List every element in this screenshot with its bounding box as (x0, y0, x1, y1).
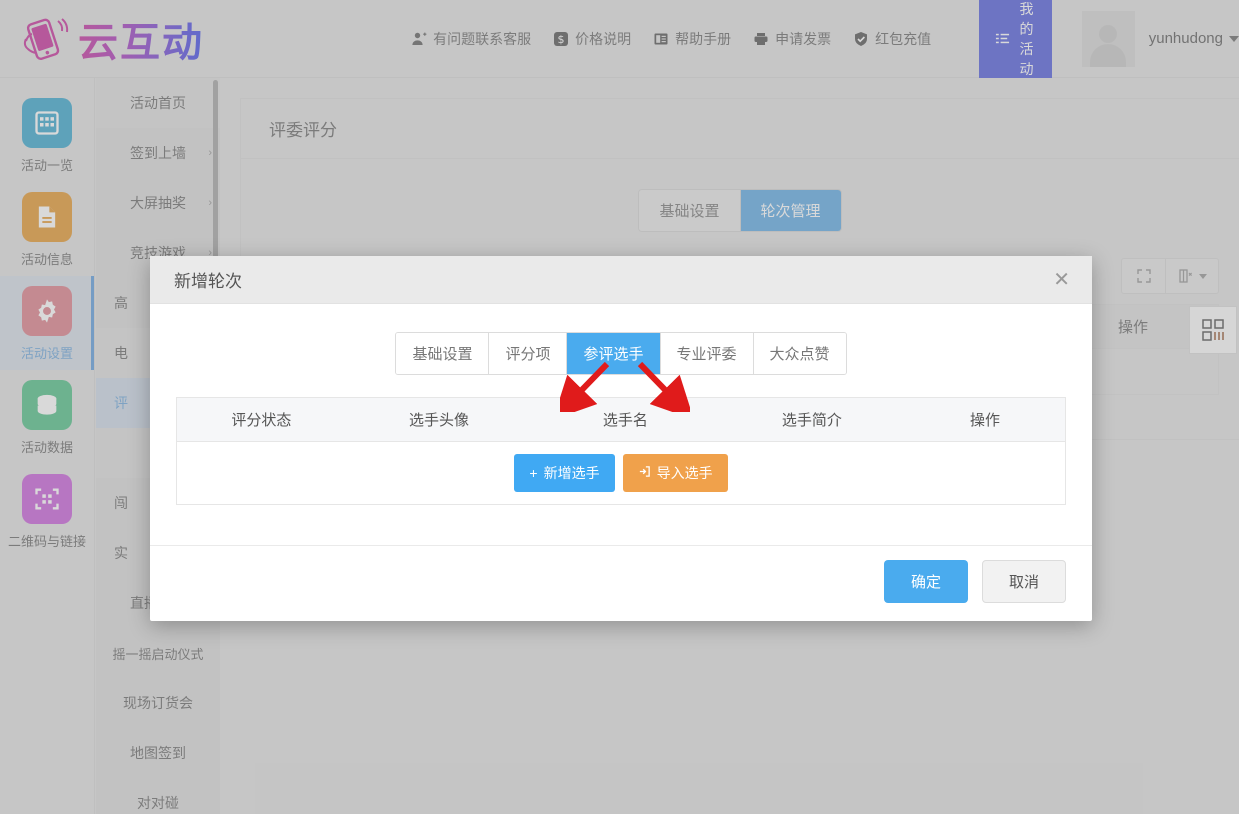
app-root: 云互动 有问题联系客服 $ 价格说明 帮助手册 申请发票 红包充值 我的活动 y… (0, 0, 1239, 814)
players-table: 评分状态 选手头像 选手名 选手简介 操作 + 新增选手 导入选手 (176, 397, 1066, 505)
modal-body: 基础设置 评分项 参评选手 专业评委 大众点赞 评分状态 选手头像 选手名 选手… (150, 304, 1092, 515)
import-player-label: 导入选手 (656, 465, 713, 481)
modal-tab-scoring-items[interactable]: 评分项 (489, 333, 568, 374)
players-table-header: 评分状态 选手头像 选手名 选手简介 操作 (177, 398, 1065, 442)
players-table-body: + 新增选手 导入选手 (177, 442, 1065, 504)
modal-title: 新增轮次 (174, 272, 242, 291)
column-header-player-intro: 选手简介 (781, 412, 842, 429)
cancel-button[interactable]: 取消 (981, 560, 1066, 603)
add-player-label: 新增选手 (543, 465, 600, 481)
modal-header: 新增轮次 ✕ (150, 256, 1092, 304)
modal-tab-participating-players[interactable]: 参评选手 (567, 333, 661, 374)
modal-tab-public-likes[interactable]: 大众点赞 (753, 333, 846, 374)
modal-tab-basic-settings[interactable]: 基础设置 (396, 333, 490, 374)
import-icon (638, 465, 651, 481)
close-icon[interactable]: ✕ (1047, 266, 1076, 294)
plus-icon: + (529, 465, 538, 481)
confirm-button[interactable]: 确定 (883, 560, 968, 603)
modal-tab-group: 基础设置 评分项 参评选手 专业评委 大众点赞 (395, 332, 847, 375)
add-player-button[interactable]: + 新增选手 (514, 454, 615, 492)
column-header-player-name: 选手名 (602, 412, 648, 429)
column-header-score-status: 评分状态 (231, 412, 292, 429)
column-header-operation: 操作 (970, 412, 1001, 429)
import-player-button[interactable]: 导入选手 (622, 454, 728, 492)
modal-footer: 确定 取消 (150, 545, 1092, 621)
column-header-player-avatar: 选手头像 (408, 412, 469, 429)
modal-tab-bar: 基础设置 评分项 参评选手 专业评委 大众点赞 (176, 332, 1066, 375)
modal-tab-professional-judges[interactable]: 专业评委 (660, 333, 754, 374)
add-round-modal: 新增轮次 ✕ 基础设置 评分项 参评选手 专业评委 大众点赞 评分状态 选手头像… (150, 256, 1092, 621)
